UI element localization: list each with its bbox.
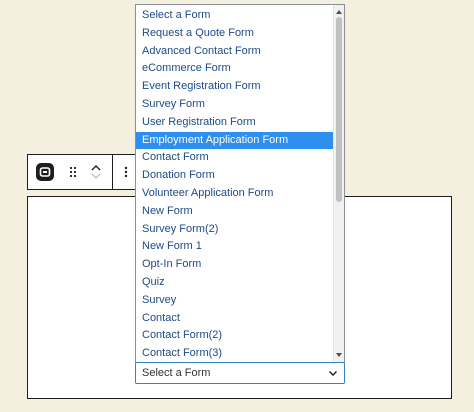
move-up-button[interactable] (91, 164, 101, 171)
block-toolbar (27, 154, 140, 190)
chevron-down-icon (329, 371, 337, 376)
block-type-button[interactable] (28, 155, 62, 189)
form-option[interactable]: Request a Quote Form (136, 25, 334, 43)
form-option[interactable]: Select a Form (136, 7, 334, 25)
form-option[interactable]: Survey Form (136, 96, 334, 114)
block-movers (84, 155, 108, 189)
form-option[interactable]: Survey (136, 292, 334, 310)
more-vertical-icon (124, 166, 128, 178)
form-option[interactable]: Opt-In Form (136, 256, 334, 274)
drag-handle-icon (69, 166, 77, 178)
form-option[interactable]: Contact (136, 310, 334, 328)
form-select[interactable]: Select a Form (135, 362, 345, 384)
form-option[interactable]: User Registration Form (136, 114, 334, 132)
form-options: Select a Form Request a Quote Form Advance… (136, 7, 334, 362)
wpforms-logo-icon (36, 163, 54, 181)
form-option[interactable]: Advanced Contact Form (136, 43, 334, 61)
dropdown-scrollbar[interactable] (333, 5, 344, 362)
form-option[interactable]: Contact Form(2) (136, 327, 334, 345)
form-select-value: Select a Form (142, 367, 211, 379)
move-down-button[interactable] (91, 173, 101, 180)
scrollbar-thumb[interactable] (336, 17, 342, 202)
form-option[interactable]: Donation Form (136, 167, 334, 185)
drag-handle-button[interactable] (62, 155, 84, 189)
scroll-up-arrow-icon[interactable] (334, 7, 344, 17)
form-option[interactable]: Contact Form(3) (136, 345, 334, 362)
form-option[interactable]: Volunteer Application Form (136, 185, 334, 203)
form-option[interactable]: New Form 1 (136, 238, 334, 256)
form-option[interactable]: Quiz (136, 274, 334, 292)
form-option[interactable]: Employment Application Form (136, 131, 334, 150)
chevron-up-icon (91, 165, 101, 171)
scroll-down-arrow-icon[interactable] (334, 350, 344, 360)
form-select-dropdown-list[interactable]: Select a Form Request a Quote Form Advance… (135, 4, 345, 363)
chevron-down-icon (91, 173, 101, 179)
form-option[interactable]: New Form (136, 203, 334, 221)
form-option[interactable]: Survey Form(2) (136, 221, 334, 239)
form-option[interactable]: Event Registration Form (136, 78, 334, 96)
form-option[interactable]: eCommerce Form (136, 60, 334, 78)
form-option[interactable]: Contact Form (136, 149, 334, 167)
